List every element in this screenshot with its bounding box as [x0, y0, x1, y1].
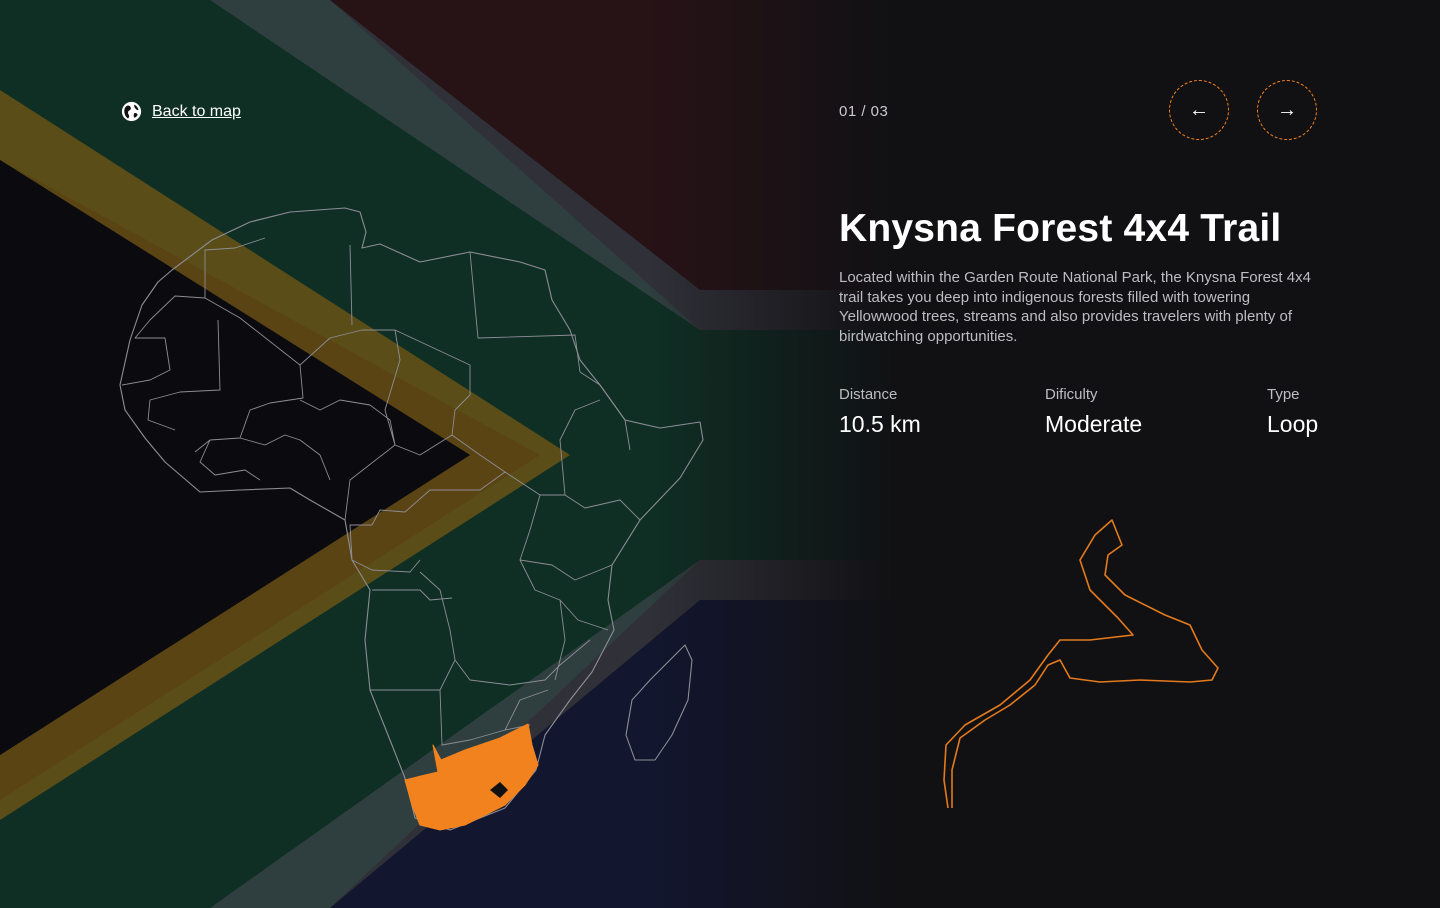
trail-route-map: [943, 519, 1219, 809]
trail-title: Knysna Forest 4x4 Trail: [839, 207, 1282, 250]
stat-difficulty-value: Moderate: [1045, 411, 1143, 437]
stat-distance: Distance 10.5 km: [839, 386, 921, 438]
stat-type-label: Type: [1267, 386, 1300, 403]
stat-difficulty-label: Dificulty: [1045, 386, 1098, 403]
back-to-map-label[interactable]: Back to map: [152, 103, 241, 121]
arrow-right-icon: →: [1277, 98, 1297, 121]
stat-distance-label: Distance: [839, 386, 898, 403]
stat-difficulty: Dificulty Moderate: [1045, 386, 1142, 438]
arrow-left-icon: ←: [1189, 98, 1209, 121]
next-button[interactable]: →: [1257, 80, 1317, 140]
slide-counter: 01 / 03: [839, 103, 889, 120]
africa-map: [119, 207, 704, 831]
stat-distance-value: 10.5 km: [839, 411, 921, 437]
madagascar-outline: [625, 644, 693, 761]
back-to-map-link[interactable]: Back to map: [121, 101, 241, 122]
stat-type-value: Loop: [1267, 411, 1319, 437]
trail-description: Located within the Garden Route National…: [839, 269, 1311, 345]
previous-button[interactable]: ←: [1169, 80, 1229, 140]
africa-outline: [119, 207, 704, 831]
stat-type: Type Loop: [1267, 386, 1318, 438]
trail-route-outer: [943, 519, 1219, 809]
globe-icon: [121, 101, 142, 122]
